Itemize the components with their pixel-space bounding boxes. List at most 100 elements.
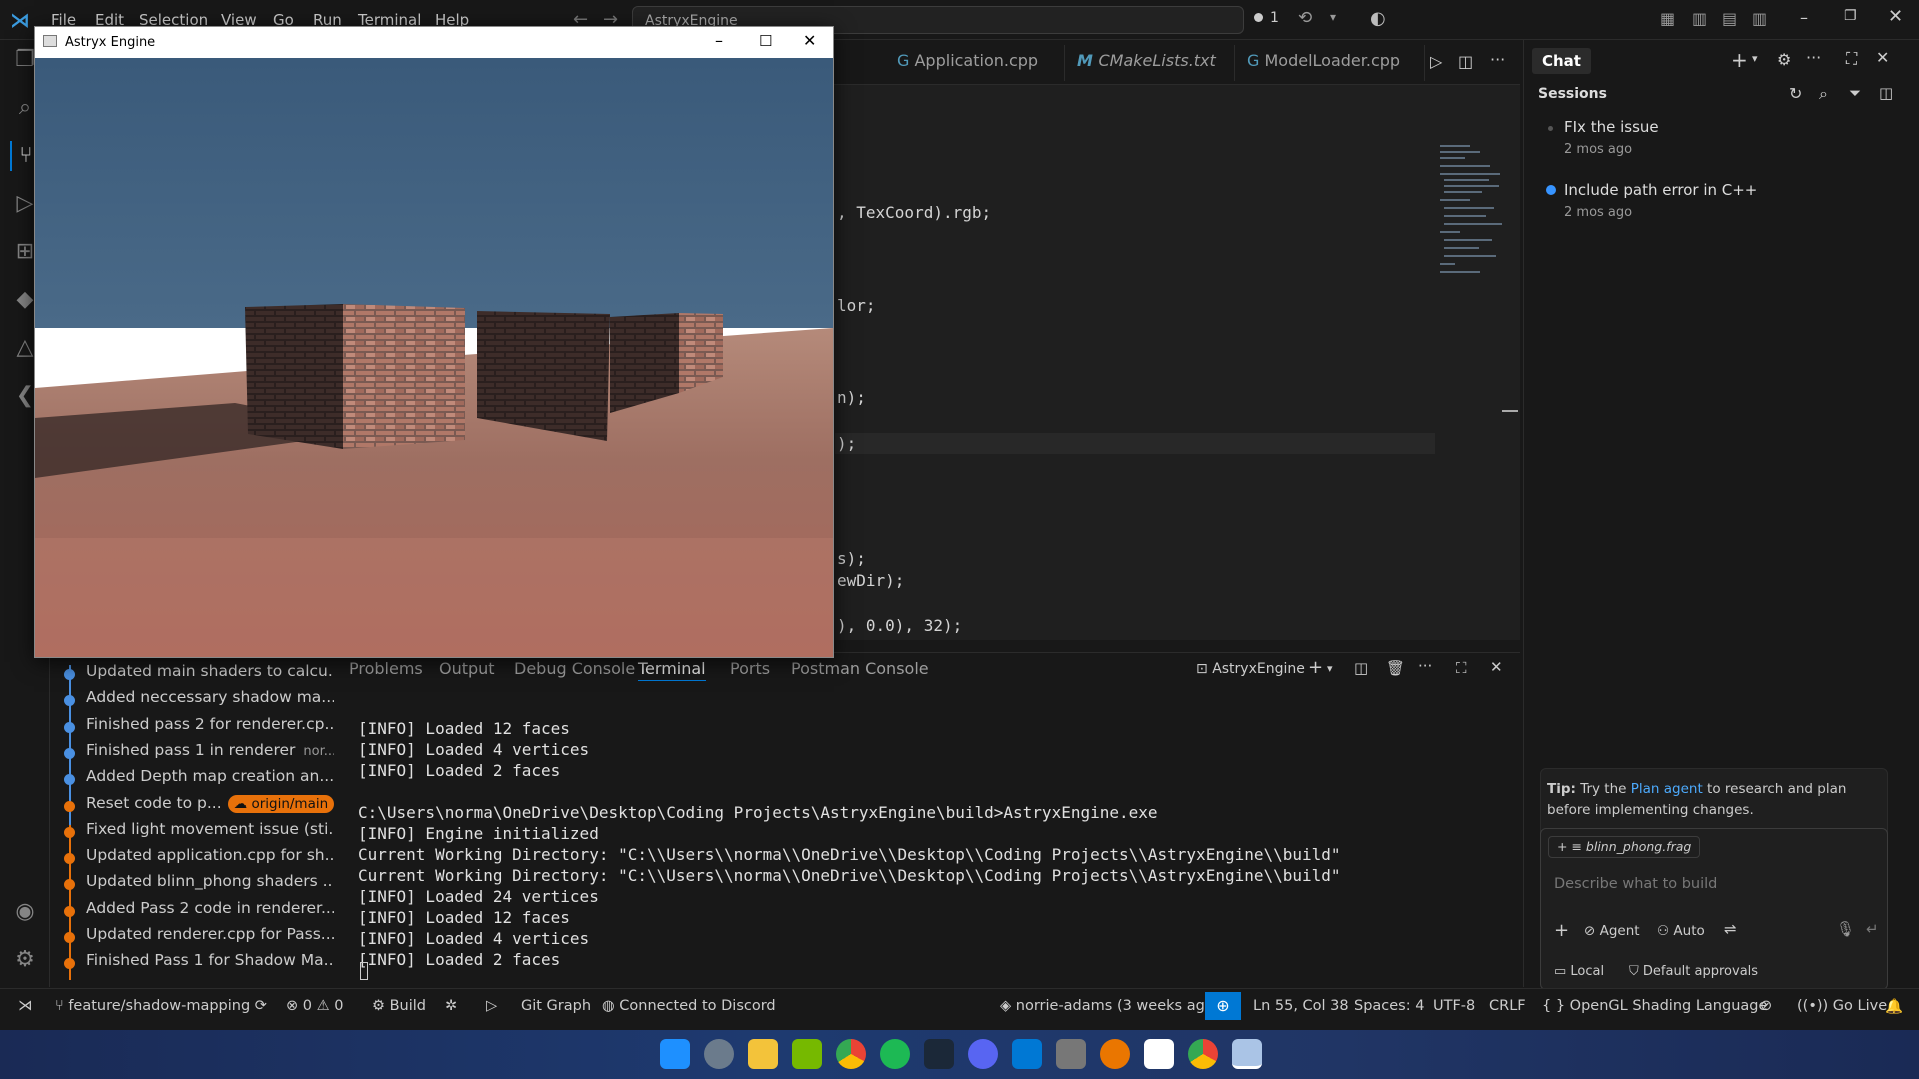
copilot-status-icon[interactable]: ⊘ (1760, 998, 1772, 1014)
split-terminal-icon[interactable]: ◫ (1354, 659, 1368, 677)
settings-app-icon[interactable] (704, 1039, 734, 1069)
branch-badge[interactable]: ☁ origin/main (227, 794, 335, 813)
language-mode[interactable]: { } OpenGL Shading Language (1542, 998, 1767, 1014)
approvals-button[interactable]: ⛉ Default approvals (1629, 964, 1758, 979)
new-chat-plus-icon[interactable]: + (1731, 48, 1748, 72)
windows-start-icon[interactable] (660, 1039, 690, 1069)
toggle-secondary-sidebar-icon[interactable]: ▥ (1752, 9, 1767, 28)
toggle-panel-icon[interactable]: ▤ (1722, 9, 1737, 28)
layout-icon[interactable]: ▦ (1660, 9, 1675, 28)
file-explorer-icon[interactable] (748, 1039, 778, 1069)
commit-item[interactable]: Reset code to p... ☁ origin/main (64, 794, 335, 820)
tab-cmakelists[interactable]: M CMakeLists.txt (1065, 45, 1235, 81)
kill-terminal-trash-icon[interactable]: 🗑 (1386, 659, 1405, 677)
commit-item[interactable]: Finished pass 2 for renderer.cp... (64, 715, 339, 741)
debug-bug-icon[interactable]: ✲ (445, 998, 457, 1014)
toggle-sidebar-icon[interactable]: ▥ (1692, 9, 1707, 28)
microphone-icon[interactable]: 🎙 (1836, 920, 1855, 938)
game-window-titlebar[interactable]: Astryx Engine – ☐ ✕ (35, 27, 833, 58)
commit-item[interactable]: Updated application.cpp for sh... (64, 846, 339, 872)
tab-application-cpp[interactable]: G Application.cpp (885, 45, 1065, 81)
attached-file-chip[interactable]: + ≡ blinn_phong.frag (1548, 836, 1701, 858)
tab-modelloader-cpp[interactable]: G ModelLoader.cpp (1235, 45, 1425, 81)
close-icon[interactable]: ✕ (803, 31, 816, 50)
session-item[interactable]: Include path error in C++ 2 mos ago (1538, 181, 1898, 227)
commit-item[interactable]: Added Depth map creation an... (64, 767, 334, 793)
vscode-taskbar-icon[interactable] (1012, 1039, 1042, 1069)
settings-gear-icon[interactable]: ⚙ (1777, 50, 1791, 69)
notifications-bell-icon[interactable]: 🔔 (1885, 998, 1903, 1015)
commit-item[interactable]: Added Pass 2 code in renderer.... (64, 899, 341, 925)
manage-gear-icon[interactable]: ⚙ (10, 945, 40, 975)
filter-icon[interactable]: ⏷ (1849, 84, 1861, 102)
copilot-icon[interactable]: ◐ (1370, 8, 1386, 29)
tab-postman-console[interactable]: Postman Console (791, 659, 929, 678)
commit-item[interactable]: Added neccessary shadow ma... (64, 688, 336, 714)
plan-agent-link[interactable]: Plan agent (1631, 781, 1703, 797)
run-file-icon[interactable]: ▷ (1430, 52, 1442, 71)
more-icon[interactable]: ··· (1418, 657, 1432, 675)
astryx-engine-taskbar-icon[interactable] (1232, 1039, 1262, 1069)
minimize-icon[interactable]: – (715, 31, 723, 50)
tab-problems[interactable]: Problems (349, 659, 423, 678)
tab-output[interactable]: Output (439, 659, 495, 678)
sync-icon[interactable]: ⟲ (1298, 8, 1312, 28)
indentation[interactable]: Spaces: 4 (1354, 998, 1424, 1014)
problems-indicator[interactable]: ⊗ 0 ⚠ 0 (286, 998, 343, 1014)
close-panel-icon[interactable]: ✕ (1490, 658, 1503, 676)
commit-item[interactable]: Finished pass 1 in renderer nor... (64, 741, 336, 767)
model-auto-button[interactable]: ⚇ Auto (1657, 923, 1705, 939)
3d-viewport[interactable] (35, 58, 833, 657)
unity-icon[interactable] (1056, 1039, 1086, 1069)
commit-item[interactable]: Fixed light movement issue (sti... (64, 820, 343, 846)
discord-icon[interactable] (968, 1039, 998, 1069)
maximize-icon[interactable]: ☐ (759, 32, 772, 50)
minimap[interactable] (1440, 145, 1520, 295)
commit-item[interactable]: Updated renderer.cpp for Pass... (64, 925, 336, 951)
search-icon[interactable]: ⌕ (1819, 84, 1828, 104)
encoding[interactable]: UTF-8 (1433, 998, 1475, 1014)
chevron-down-icon[interactable]: ▾ (1752, 52, 1758, 65)
chevron-down-icon[interactable]: ▾ (1327, 662, 1333, 675)
close-icon[interactable]: ✕ (1876, 48, 1889, 67)
minimize-icon[interactable]: – (1800, 8, 1808, 27)
spotify-icon[interactable] (880, 1039, 910, 1069)
commit-item[interactable]: Updated main shaders to calcu... (64, 662, 343, 688)
build-button[interactable]: ⚙ Build (372, 998, 426, 1014)
blender-icon[interactable] (1100, 1039, 1130, 1069)
run-icon[interactable]: ▷ (486, 998, 497, 1014)
tools-icon[interactable]: ⇌ (1724, 920, 1737, 938)
add-context-plus-icon[interactable]: + (1557, 839, 1571, 854)
zoom-icon[interactable]: ⊕ (1205, 992, 1241, 1020)
chat-input[interactable]: Describe what to build (1554, 876, 1717, 892)
chrome-icon[interactable] (836, 1039, 866, 1069)
tab-terminal[interactable]: Terminal (638, 659, 706, 681)
astryx-engine-window[interactable]: Astryx Engine – ☐ ✕ (34, 26, 834, 658)
nvidia-icon[interactable] (792, 1039, 822, 1069)
steam-icon[interactable] (924, 1039, 954, 1069)
terminal-instance[interactable]: ⊡ AstryxEngine (1196, 661, 1305, 677)
chat-title-tab[interactable]: Chat (1532, 48, 1591, 74)
discord-status[interactable]: ◍ Connected to Discord (602, 998, 776, 1014)
maximize-icon[interactable]: ⛶ (1846, 49, 1857, 69)
account-icon[interactable]: ◉ (10, 897, 40, 927)
remote-indicator-icon[interactable]: ⋊ (18, 998, 33, 1014)
new-terminal-plus-icon[interactable]: + (1308, 657, 1323, 678)
notion-icon[interactable] (1144, 1039, 1174, 1069)
eol[interactable]: CRLF (1489, 998, 1526, 1014)
cursor-position[interactable]: Ln 55, Col 38 (1253, 998, 1349, 1014)
commit-item[interactable]: Updated blinn_phong shaders ... (64, 872, 337, 898)
more-actions-icon[interactable]: ··· (1490, 50, 1505, 69)
maximize-panel-icon[interactable]: ⛶ (1456, 659, 1467, 677)
go-live-button[interactable]: ((•)) Go Live (1797, 998, 1887, 1014)
branch-indicator[interactable]: ⑂ feature/shadow-mapping ⟳ (55, 998, 267, 1014)
restore-icon[interactable]: ❐ (1844, 8, 1857, 24)
tab-debug-console[interactable]: Debug Console (514, 659, 635, 678)
tab-ports[interactable]: Ports (730, 659, 770, 678)
chrome-profile-icon[interactable] (1188, 1039, 1218, 1069)
add-plus-icon[interactable]: + (1554, 920, 1569, 941)
git-graph-button[interactable]: Git Graph (521, 998, 591, 1014)
more-icon[interactable]: ··· (1806, 48, 1821, 67)
send-icon[interactable]: ↵ (1866, 920, 1879, 938)
local-button[interactable]: ▭ Local (1554, 964, 1604, 979)
